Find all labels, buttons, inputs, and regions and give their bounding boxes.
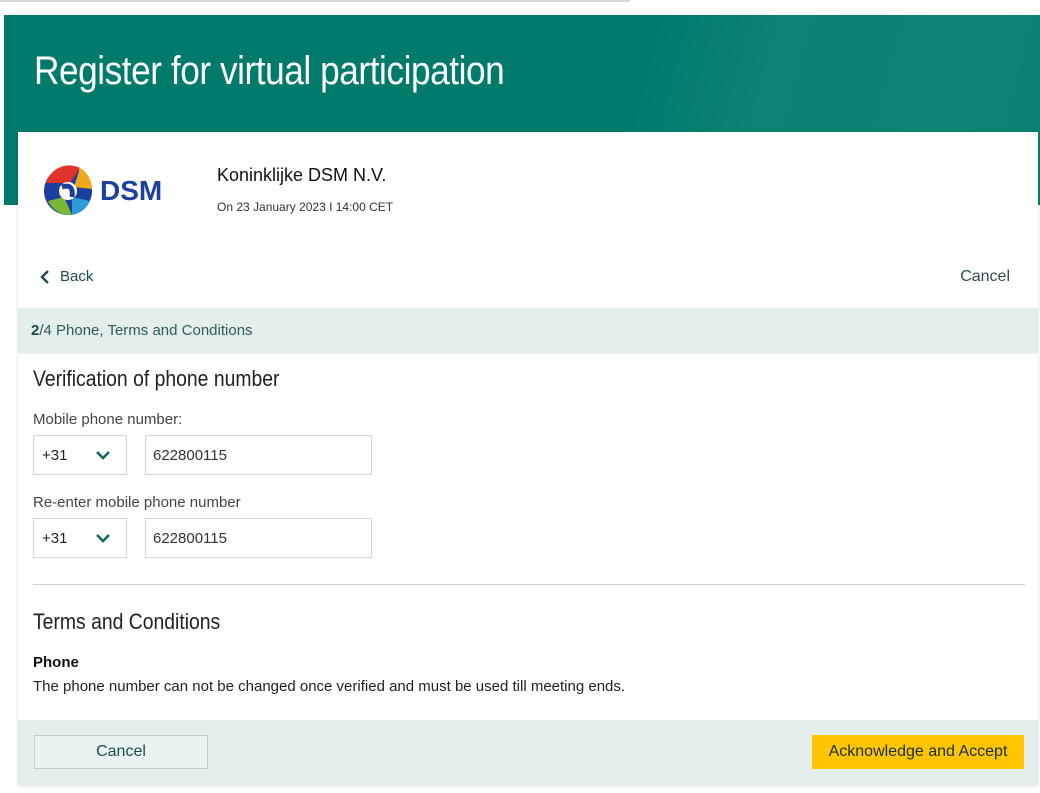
terms-phone-heading: Phone [33,654,79,671]
acknowledge-accept-button[interactable]: Acknowledge and Accept [812,735,1024,769]
section-divider [33,584,1025,585]
cancel-link[interactable]: Cancel [960,268,1010,286]
cancel-button[interactable]: Cancel [34,735,208,769]
verification-title: Verification of phone number [33,366,280,391]
top-divider [0,0,630,2]
step-label: 2/4 Phone, Terms and Conditions [31,322,253,339]
mobile-phone-input[interactable] [145,435,372,475]
reenter-phone-input[interactable] [145,518,372,558]
back-label: Back [60,268,94,285]
svg-text:DSM: DSM [100,175,162,206]
step-description: /4 Phone, Terms and Conditions [39,322,253,339]
chevron-left-icon [40,269,49,284]
reenter-phone-label: Re-enter mobile phone number [33,494,241,511]
mobile-phone-label: Mobile phone number: [33,411,183,428]
dsm-logo: DSM [34,153,184,225]
page: Register for virtual participation DSM K… [0,0,1040,793]
step-indicator: 2/4 Phone, Terms and Conditions [18,308,1038,354]
action-footer: Cancel Acknowledge and Accept [18,720,1038,785]
reenter-country-code-value: +31 [42,529,68,547]
terms-title: Terms and Conditions [33,609,221,634]
chevron-down-icon [96,534,110,543]
organization-name: Koninklijke DSM N.V. [217,165,387,185]
event-date: On 23 January 2023 I 14:00 CET [217,200,394,214]
terms-phone-text: The phone number can not be changed once… [33,678,626,695]
registration-card: DSM Koninklijke DSM N.V. On 23 January 2… [18,132,1038,785]
page-title: Register for virtual participation [34,49,505,93]
back-link[interactable]: Back [40,268,93,285]
country-code-value: +31 [42,446,68,464]
chevron-down-icon [96,451,110,460]
reenter-country-code-select[interactable]: +31 [33,518,127,558]
country-code-select[interactable]: +31 [33,435,127,475]
